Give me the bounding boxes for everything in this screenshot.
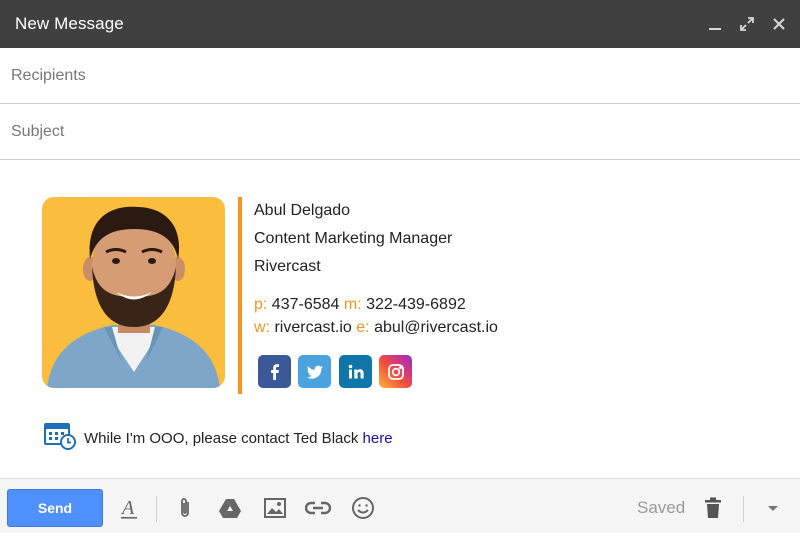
format-text-icon[interactable]: A (116, 495, 142, 521)
drive-icon[interactable] (217, 495, 243, 521)
toolbar-separator (156, 496, 157, 522)
web-value[interactable]: rivercast.io (274, 319, 351, 336)
link-icon[interactable] (305, 495, 331, 521)
signature-name: Abul Delgado (254, 202, 351, 219)
window-controls (706, 15, 788, 33)
calendar-clock-icon (44, 422, 76, 455)
saved-status: Saved (637, 498, 686, 517)
mobile-value: 322-439-6892 (366, 296, 466, 313)
ooo-text: While I'm OOO, please contact Ted Black (84, 430, 359, 447)
mobile-label: m: (343, 296, 362, 313)
instagram-icon[interactable] (379, 355, 412, 388)
web-label: w: (254, 319, 270, 336)
attach-icon[interactable] (172, 495, 198, 521)
svg-text:A: A (120, 497, 135, 519)
window-title: New Message (15, 14, 124, 33)
twitter-icon[interactable] (298, 355, 331, 388)
signature-phones: p: 437-6584 m: 322-439-6892 (254, 296, 466, 314)
linkedin-icon[interactable] (339, 355, 372, 388)
emoji-icon[interactable] (350, 495, 376, 521)
facebook-icon[interactable] (258, 355, 291, 388)
expand-icon[interactable] (738, 15, 756, 33)
signature-divider (238, 197, 242, 394)
subject-input[interactable] (11, 120, 771, 144)
ooo-text-line: While I'm OOO, please contact Ted Black … (84, 430, 393, 447)
recipients-row (0, 48, 800, 104)
minimize-icon[interactable] (706, 15, 724, 33)
ooo-notice: While I'm OOO, please contact Ted Black … (44, 422, 393, 455)
close-icon[interactable] (770, 15, 788, 33)
image-icon[interactable] (262, 495, 288, 521)
send-button[interactable]: Send (7, 489, 103, 527)
email-value[interactable]: abul@rivercast.io (374, 319, 498, 336)
phone-label: p: (254, 296, 268, 313)
toolbar-separator (743, 496, 744, 522)
trash-icon[interactable] (700, 495, 726, 521)
ooo-link[interactable]: here (363, 430, 393, 447)
signature-company: Rivercast (254, 258, 321, 275)
more-options-icon[interactable] (760, 495, 786, 521)
email-label: e: (356, 319, 370, 336)
signature-job-title: Content Marketing Manager (254, 230, 453, 247)
profile-photo (42, 197, 225, 388)
subject-row (0, 104, 800, 160)
compose-titlebar: New Message (0, 0, 800, 48)
compose-toolbar: Send A Saved (0, 478, 800, 533)
signature-contacts: w: rivercast.io e: abul@rivercast.io (254, 319, 498, 337)
phone-value: 437-6584 (271, 296, 340, 313)
recipients-input[interactable] (11, 64, 771, 88)
